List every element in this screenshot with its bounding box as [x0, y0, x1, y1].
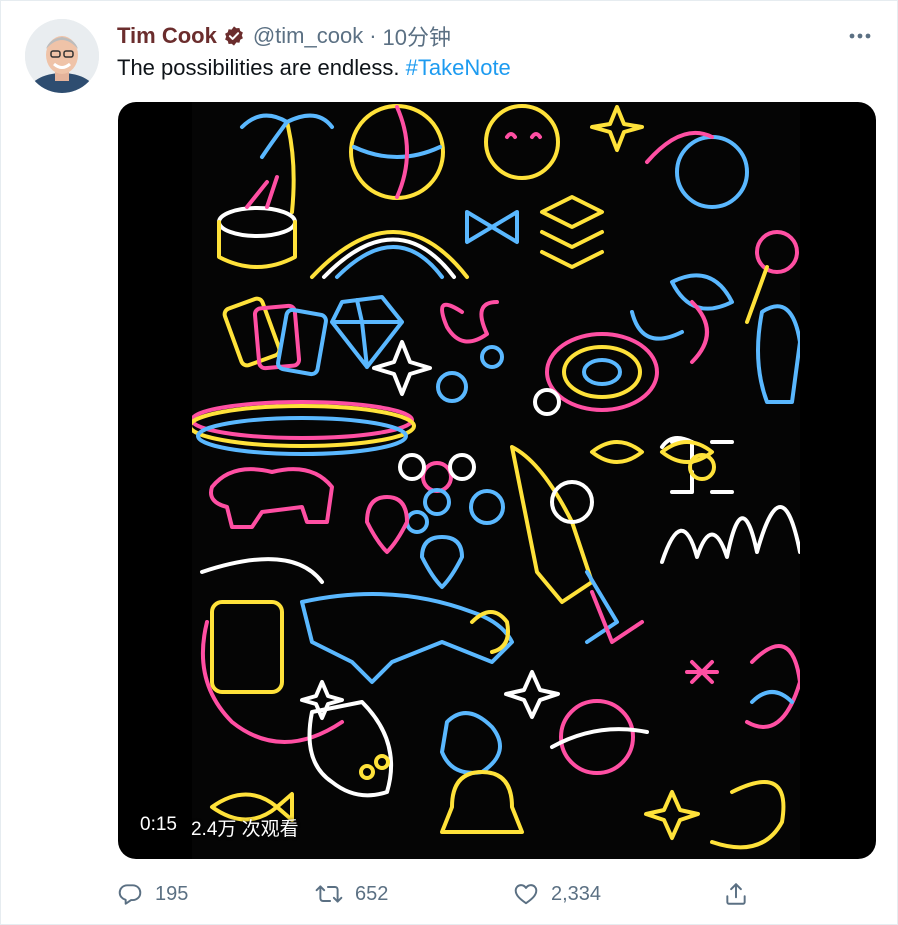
- retweet-count: 652: [355, 882, 389, 905]
- like-button[interactable]: 2,334: [513, 873, 601, 915]
- share-icon: [726, 883, 746, 905]
- more-options-icon: [849, 33, 871, 39]
- reply-count: 195: [155, 882, 189, 905]
- retweet-icon: [315, 885, 343, 903]
- video-duration: 0:15: [140, 814, 177, 835]
- author-handle[interactable]: @tim_cook: [253, 23, 363, 49]
- avatar-image: [25, 19, 99, 93]
- retweet-button[interactable]: 652: [315, 873, 388, 915]
- tweet-card: Tim Cook @tim_cook · 10分钟 The possibilit…: [0, 0, 898, 925]
- reply-icon: [118, 884, 142, 905]
- heart-icon: [514, 884, 538, 905]
- avatar[interactable]: [25, 19, 99, 93]
- like-count: 2,334: [551, 882, 602, 905]
- reply-button[interactable]: 195: [117, 873, 188, 915]
- verified-badge-icon: [223, 25, 245, 47]
- tweet-text-body: The possibilities are endless.: [117, 55, 400, 80]
- tweet-actions-bar: 195 652 2,334: [117, 873, 767, 915]
- tweet-timestamp[interactable]: 10分钟: [383, 20, 451, 52]
- video-view-count: 2.4万 次观看: [190, 819, 299, 840]
- share-button[interactable]: [723, 873, 749, 915]
- video-frame: [192, 102, 800, 859]
- hashtag-link[interactable]: #TakeNote: [406, 55, 511, 80]
- video-info-overlay: 0:15 2.4万 次观看: [140, 814, 299, 841]
- tweet-header: Tim Cook @tim_cook · 10分钟: [117, 21, 451, 51]
- separator-dot: ·: [369, 23, 377, 48]
- video-player[interactable]: 0:15 2.4万 次观看: [118, 102, 876, 859]
- tweet-text: The possibilities are endless. #TakeNote: [117, 53, 511, 83]
- more-options-button[interactable]: [845, 23, 875, 49]
- author-name[interactable]: Tim Cook: [117, 23, 217, 49]
